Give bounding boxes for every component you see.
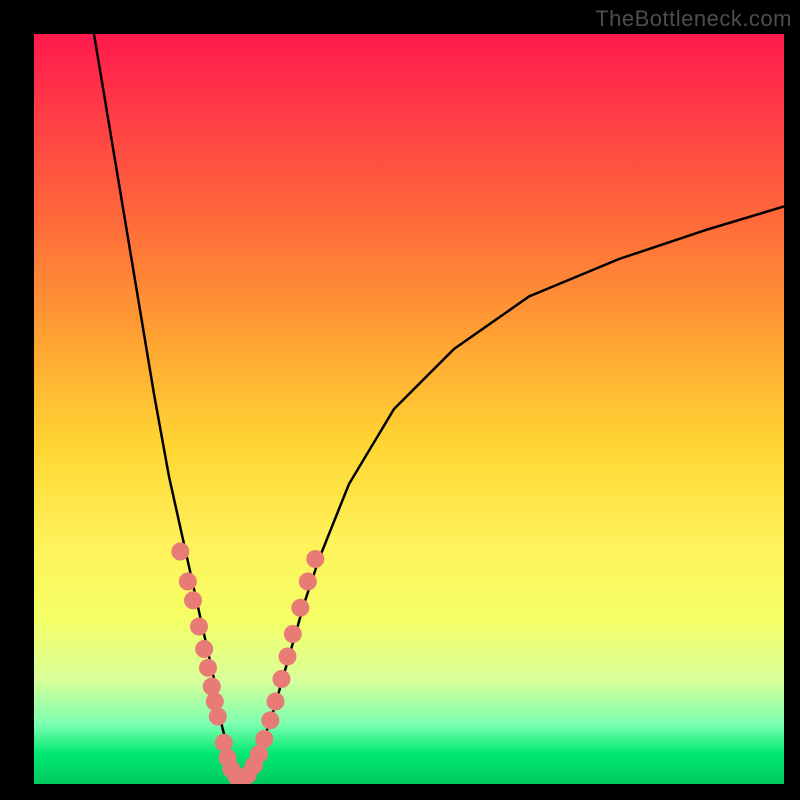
sample-dot bbox=[306, 550, 324, 568]
bottleneck-curve bbox=[94, 34, 784, 780]
sample-dot bbox=[255, 730, 273, 748]
watermark-text: TheBottleneck.com bbox=[595, 6, 792, 32]
sample-dot bbox=[171, 543, 189, 561]
sample-dot bbox=[273, 670, 291, 688]
sample-dot bbox=[284, 625, 302, 643]
sample-dot bbox=[209, 708, 227, 726]
sample-dots-group bbox=[171, 543, 324, 785]
sample-dot bbox=[215, 734, 233, 752]
sample-dot bbox=[184, 591, 202, 609]
sample-dot bbox=[199, 659, 217, 677]
sample-dot bbox=[195, 640, 213, 658]
sample-dot bbox=[206, 693, 224, 711]
sample-dot bbox=[261, 711, 279, 729]
chart-svg bbox=[34, 34, 784, 784]
chart-plot-area bbox=[34, 34, 784, 784]
sample-dot bbox=[190, 618, 208, 636]
sample-dot bbox=[267, 693, 285, 711]
sample-dot bbox=[291, 599, 309, 617]
chart-frame: TheBottleneck.com bbox=[0, 0, 800, 800]
sample-dot bbox=[203, 678, 221, 696]
sample-dot bbox=[179, 573, 197, 591]
sample-dot bbox=[279, 648, 297, 666]
sample-dot bbox=[299, 573, 317, 591]
